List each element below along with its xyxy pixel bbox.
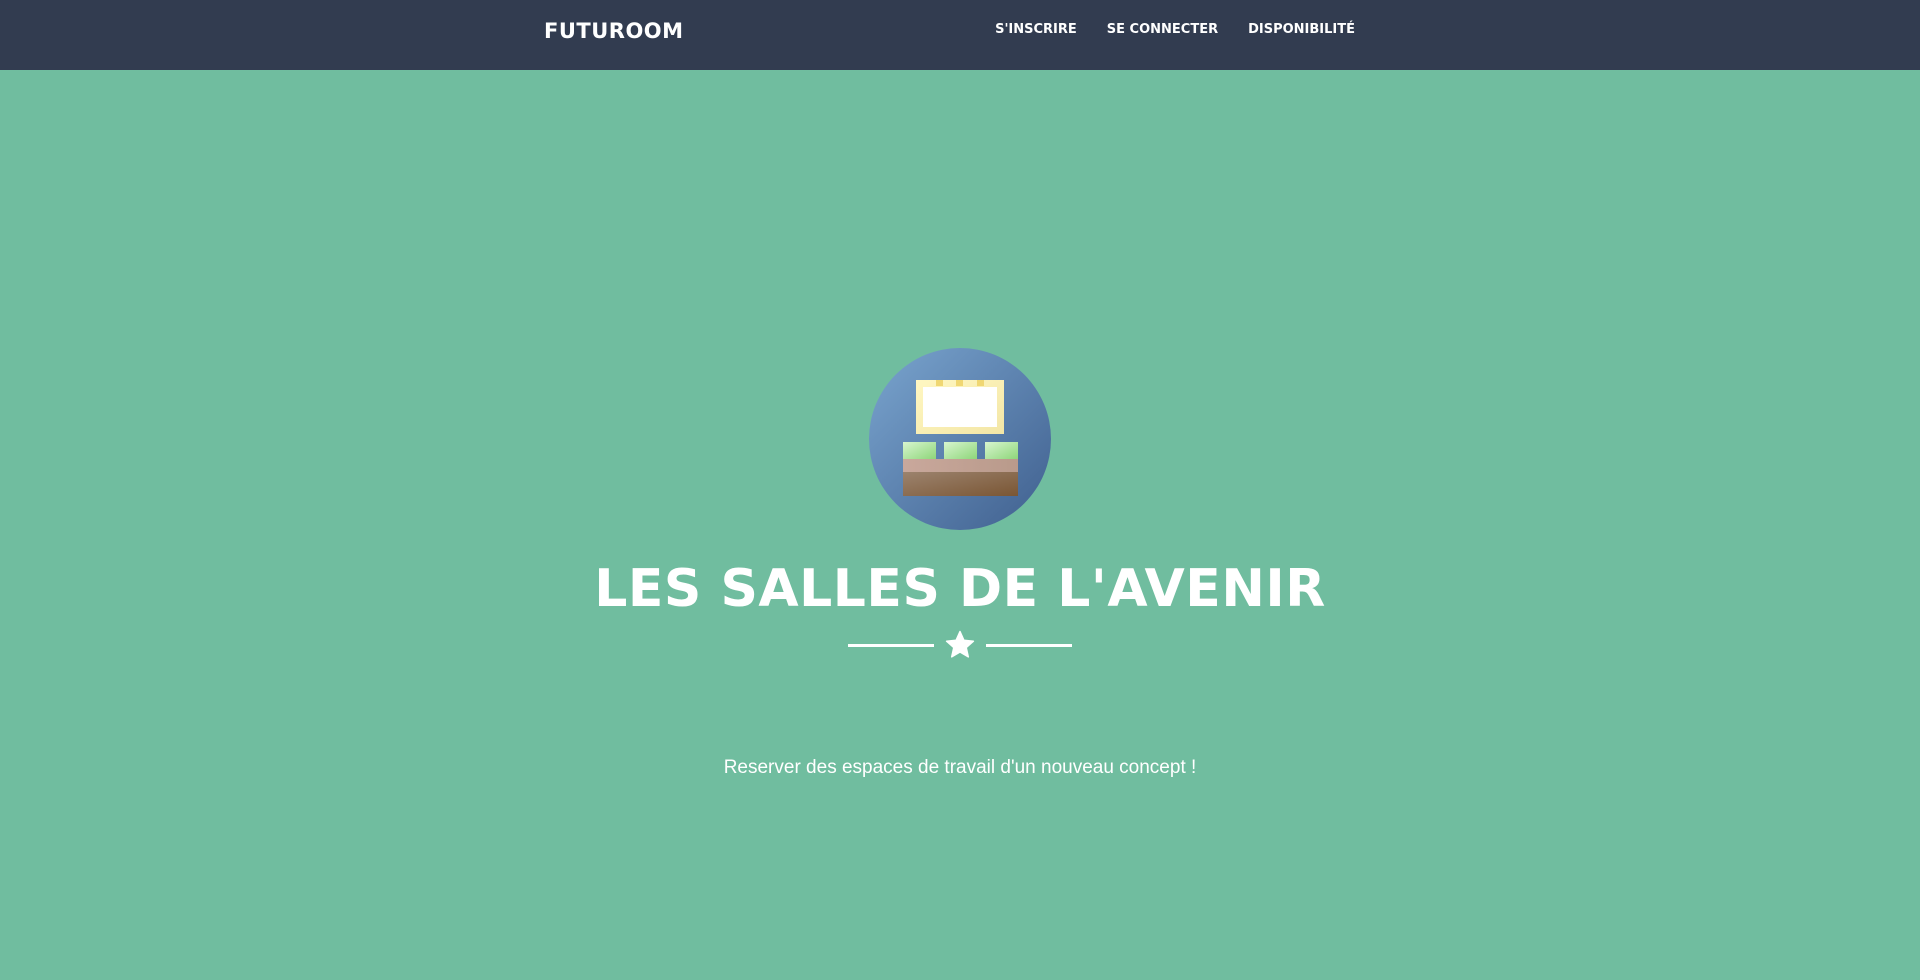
nav-link-login[interactable]: SE CONNECTER — [1107, 21, 1218, 39]
nav-link-availability[interactable]: DISPONIBILITÉ — [1248, 21, 1355, 39]
hero-title: LES SALLES DE L'AVENIR — [594, 559, 1326, 619]
divider-line-right — [986, 644, 1072, 647]
brand-logo-link[interactable]: FUTUROOM — [544, 16, 684, 46]
navbar: FUTUROOM S'INSCRIRE SE CONNECTER DISPONI… — [0, 0, 1920, 70]
nav-link-signup[interactable]: S'INSCRIRE — [995, 21, 1077, 39]
divider-line-left — [848, 644, 934, 647]
hero-subtitle: Reserver des espaces de travail d'un nou… — [723, 757, 1197, 778]
star-divider — [848, 630, 1072, 660]
star-icon — [945, 630, 975, 658]
nav-links: S'INSCRIRE SE CONNECTER DISPONIBILITÉ — [995, 21, 1355, 39]
meeting-room-icon — [869, 348, 1051, 530]
hero-section: LES SALLES DE L'AVENIR Reserver des espa… — [0, 70, 1920, 980]
